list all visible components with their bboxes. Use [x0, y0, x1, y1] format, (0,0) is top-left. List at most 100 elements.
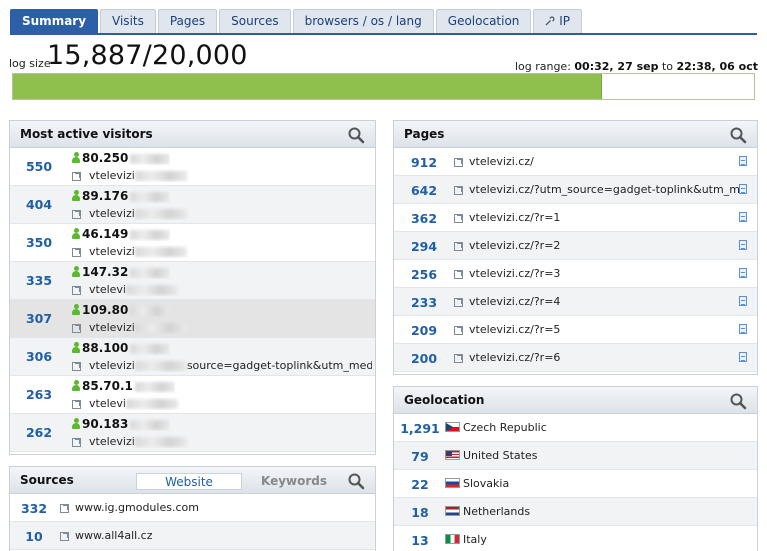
- source-site[interactable]: www.all4all.cz: [75, 529, 153, 542]
- visitor-ip[interactable]: 147.32: [82, 265, 128, 279]
- page-hit-count[interactable]: 256: [400, 267, 448, 282]
- search-icon[interactable]: [347, 126, 365, 144]
- visitor-referrer[interactable]: vtelevizi: [89, 169, 135, 182]
- source-row[interactable]: 332 www.ig.gmodules.com: [10, 494, 375, 522]
- visitor-row[interactable]: 335 147.32 vtelevi: [10, 262, 375, 300]
- external-link-icon[interactable]: [72, 361, 81, 371]
- visitor-row[interactable]: 306 88.100 vtelevizi source=gadget-toplink&…: [10, 338, 375, 376]
- page-row[interactable]: 362 vtelevizi.cz/?r=1: [394, 204, 757, 232]
- external-link-icon[interactable]: [454, 325, 463, 335]
- page-url[interactable]: vtelevizi.cz/?r=4: [469, 295, 560, 308]
- source-site[interactable]: www.ig.gmodules.com: [75, 501, 199, 514]
- page-details-icon[interactable]: [739, 296, 747, 306]
- geolocation-row[interactable]: 79 United States: [394, 442, 757, 470]
- tab-pages[interactable]: Pages: [157, 9, 218, 33]
- tab-visits[interactable]: Visits: [100, 9, 156, 33]
- visitor-referrer[interactable]: vtelevizi: [89, 321, 135, 334]
- visitor-ip[interactable]: 80.250: [82, 151, 128, 165]
- visitor-ip[interactable]: 109.80: [82, 303, 128, 317]
- search-icon[interactable]: [729, 126, 747, 144]
- source-hit-count[interactable]: 332: [14, 501, 54, 516]
- visitor-referrer[interactable]: vtelevizi: [89, 359, 135, 372]
- visitor-row[interactable]: 404 89.176 vtelevizi: [10, 186, 375, 224]
- visitor-hit-count[interactable]: 550: [14, 159, 64, 174]
- external-link-icon[interactable]: [72, 171, 81, 181]
- tab-geolocation[interactable]: Geolocation: [435, 9, 532, 33]
- external-link-icon[interactable]: [454, 241, 463, 251]
- geolocation-row[interactable]: 22 Slovakia: [394, 470, 757, 498]
- country-hit-count[interactable]: 13: [396, 533, 444, 548]
- page-details-icon[interactable]: [739, 268, 747, 278]
- external-link-icon[interactable]: [454, 185, 463, 195]
- page-hit-count[interactable]: 209: [400, 323, 448, 338]
- external-link-icon[interactable]: [454, 297, 463, 307]
- external-link-icon[interactable]: [60, 503, 69, 513]
- visitor-ip[interactable]: 85.70.1: [82, 379, 133, 393]
- geolocation-row[interactable]: 1,291 Czech Republic: [394, 414, 757, 442]
- page-url[interactable]: vtelevizi.cz/: [469, 155, 534, 168]
- tab-browsers-os-lang[interactable]: browsers / os / lang: [292, 9, 434, 33]
- page-row[interactable]: 294 vtelevizi.cz/?r=2: [394, 232, 757, 260]
- geolocation-row[interactable]: 18 Netherlands: [394, 498, 757, 526]
- sources-tab-keywords[interactable]: Keywords: [254, 473, 334, 490]
- page-row[interactable]: 209 vtelevizi.cz/?r=5: [394, 316, 757, 344]
- page-hit-count[interactable]: 362: [400, 211, 448, 226]
- visitor-hit-count[interactable]: 404: [14, 197, 64, 212]
- external-link-icon[interactable]: [454, 157, 463, 167]
- visitor-ip[interactable]: 89.176: [82, 189, 128, 203]
- geolocation-row[interactable]: 13 Italy: [394, 526, 757, 551]
- page-hit-count[interactable]: 294: [400, 239, 448, 254]
- external-link-icon[interactable]: [454, 213, 463, 223]
- tab-summary[interactable]: Summary: [10, 9, 99, 33]
- page-hit-count[interactable]: 233: [400, 295, 448, 310]
- page-row[interactable]: 233 vtelevizi.cz/?r=4: [394, 288, 757, 316]
- country-name[interactable]: Czech Republic: [463, 421, 547, 434]
- visitor-row[interactable]: 550 80.250 vtelevizi: [10, 148, 375, 186]
- external-link-icon[interactable]: [72, 285, 81, 295]
- external-link-icon[interactable]: [72, 209, 81, 219]
- external-link-icon[interactable]: [72, 399, 81, 409]
- sources-tab-website[interactable]: Website: [136, 473, 242, 490]
- visitor-referrer[interactable]: vtelevizi: [89, 435, 135, 448]
- source-hit-count[interactable]: 10: [14, 529, 54, 544]
- page-details-icon[interactable]: [739, 156, 747, 166]
- country-name[interactable]: Slovakia: [463, 477, 509, 490]
- visitor-ip[interactable]: 90.183: [82, 417, 128, 431]
- page-details-icon[interactable]: [739, 212, 747, 222]
- page-details-icon[interactable]: [739, 240, 747, 250]
- visitor-ip[interactable]: 88.100: [82, 341, 128, 355]
- external-link-icon[interactable]: [72, 247, 81, 257]
- page-url[interactable]: vtelevizi.cz/?r=2: [469, 239, 560, 252]
- visitor-row[interactable]: 307 109.80 vtelevizi: [10, 300, 375, 338]
- page-url[interactable]: vtelevizi.cz/?r=6: [469, 351, 560, 364]
- page-details-icon[interactable]: [739, 184, 747, 194]
- search-icon[interactable]: [729, 392, 747, 410]
- visitor-hit-count[interactable]: 307: [14, 311, 64, 326]
- page-details-icon[interactable]: [739, 324, 747, 334]
- source-row[interactable]: 10 www.all4all.cz: [10, 522, 375, 550]
- page-hit-count[interactable]: 200: [400, 351, 448, 366]
- external-link-icon[interactable]: [454, 353, 463, 363]
- country-name[interactable]: Netherlands: [463, 505, 530, 518]
- visitor-hit-count[interactable]: 262: [14, 425, 64, 440]
- visitor-hit-count[interactable]: 335: [14, 273, 64, 288]
- page-url[interactable]: vtelevizi.cz/?r=5: [469, 323, 560, 336]
- page-details-icon[interactable]: [739, 352, 747, 362]
- page-hit-count[interactable]: 912: [400, 155, 448, 170]
- country-hit-count[interactable]: 79: [396, 449, 444, 464]
- tab-sources[interactable]: Sources: [219, 9, 291, 33]
- visitor-hit-count[interactable]: 306: [14, 349, 64, 364]
- page-row[interactable]: 912 vtelevizi.cz/: [394, 148, 757, 176]
- visitor-referrer[interactable]: vtelevizi: [89, 245, 135, 258]
- country-hit-count[interactable]: 1,291: [396, 421, 444, 436]
- external-link-icon[interactable]: [454, 269, 463, 279]
- country-name[interactable]: Italy: [463, 533, 487, 546]
- country-name[interactable]: United States: [463, 449, 538, 462]
- visitor-referrer-tail[interactable]: source=gadget-toplink&utm_medium=ga: [187, 359, 372, 372]
- visitor-hit-count[interactable]: 350: [14, 235, 64, 250]
- page-url[interactable]: vtelevizi.cz/?r=1: [469, 211, 560, 224]
- page-hit-count[interactable]: 642: [400, 183, 448, 198]
- page-url[interactable]: vtelevizi.cz/?utm_source=gadget-toplink&…: [469, 183, 744, 196]
- search-icon[interactable]: [347, 472, 365, 490]
- visitor-ip[interactable]: 46.149: [82, 227, 128, 241]
